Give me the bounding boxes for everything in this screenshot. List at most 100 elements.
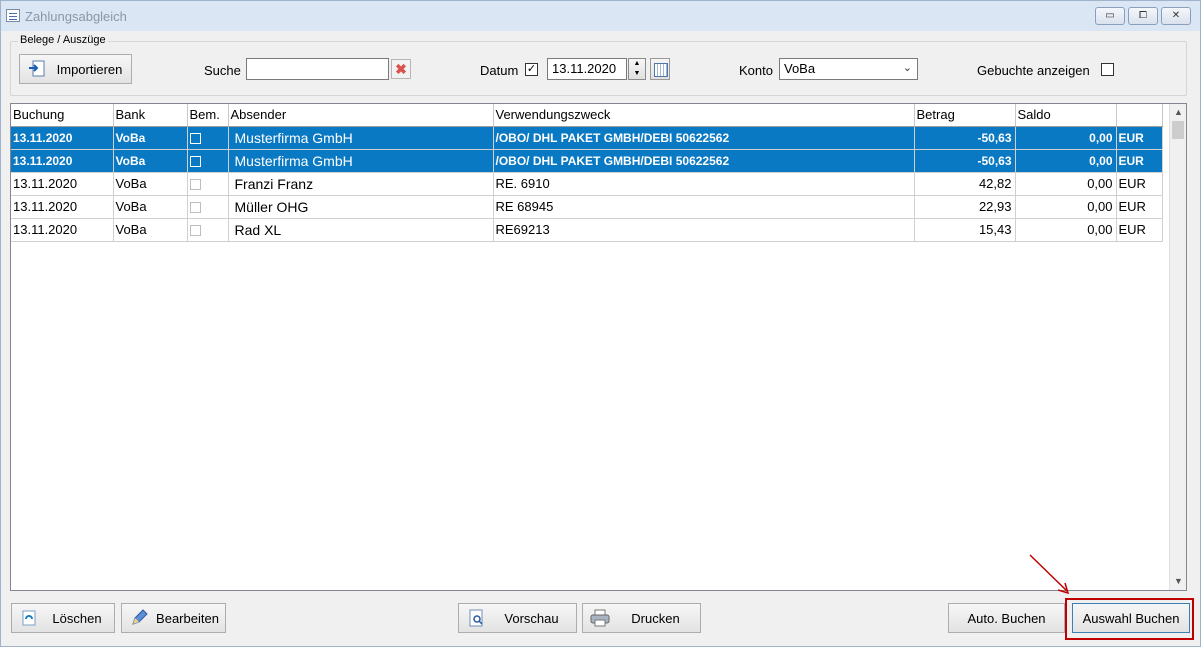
cell-betrag: 15,43 [914,218,1016,242]
column-header-betrag[interactable]: Betrag [914,104,1016,127]
cell-saldo: 0,00 [1015,218,1117,242]
cell-currency: EUR [1116,218,1163,242]
clear-search-icon[interactable]: ✖ [391,59,411,79]
import-label: Importieren [56,61,123,77]
cell-bem [187,126,229,150]
cell-bem [187,195,229,219]
show-booked-checkbox[interactable] [1101,63,1114,76]
cell-absender: Rad XL [228,218,494,242]
delete-label: Löschen [52,610,102,626]
preview-label: Vorschau [504,610,559,626]
minimize-button[interactable]: ▭ [1095,7,1125,25]
date-label: Datum [480,63,519,78]
table-row[interactable]: 13.11.2020 VoBa Müller OHG RE 68945 22,9… [11,195,1163,219]
cell-bank: VoBa [113,195,188,219]
cell-bank: VoBa [113,126,188,150]
column-header-currency [1116,104,1163,127]
cell-verwendungszweck: RE. 6910 [493,172,915,196]
chevron-down-icon: ⌄ [902,62,912,74]
maximize-button[interactable]: ⧠ [1128,7,1158,25]
cell-absender: Musterfirma GmbH [228,126,494,150]
show-booked-label: Gebuchte anzeigen [977,63,1090,78]
cell-betrag: 42,82 [914,172,1016,196]
cell-saldo: 0,00 [1015,126,1117,150]
table-row[interactable]: 13.11.2020 VoBa Franzi Franz RE. 6910 42… [11,172,1163,196]
auto-book-button[interactable]: Auto. Buchen [948,603,1065,633]
transactions-grid: Buchung Bank Bem. Absender Verwendungszw… [10,103,1187,591]
search-input[interactable] [246,58,389,80]
column-header-bank[interactable]: Bank [113,104,188,127]
edit-label: Bearbeiten [156,610,219,626]
transactions-table: Buchung Bank Bem. Absender Verwendungszw… [11,104,1163,242]
scroll-thumb[interactable] [1172,121,1184,139]
account-label: Konto [739,63,773,78]
date-field[interactable]: 13.11.2020 [547,58,627,80]
cell-buchung: 13.11.2020 [11,149,114,173]
group-label: Belege / Auszüge [18,34,108,46]
remark-checkbox[interactable] [189,155,201,167]
delete-button[interactable]: Löschen [11,603,115,633]
cell-verwendungszweck: RE 68945 [493,195,915,219]
cell-betrag: -50,63 [914,126,1016,150]
cell-bank: VoBa [113,149,188,173]
cell-currency: EUR [1116,195,1163,219]
date-checkbox[interactable]: ✓ [525,63,538,76]
table-header: Buchung Bank Bem. Absender Verwendungszw… [11,104,1163,127]
highlight-box [1065,598,1194,640]
cell-currency: EUR [1116,149,1163,173]
cell-currency: EUR [1116,172,1163,196]
remark-checkbox[interactable] [189,132,201,144]
column-header-saldo[interactable]: Saldo [1015,104,1117,127]
table-row[interactable]: 13.11.2020 VoBa Rad XL RE69213 15,43 0,0… [11,218,1163,242]
account-value: VoBa [784,61,816,76]
date-spinner[interactable]: ▲ ▼ [628,58,646,80]
pencil-icon [128,607,150,629]
payment-reconciliation-window: Zahlungsabgleich ▭ ⧠ ✕ Belege / Auszüge … [0,0,1201,647]
column-header-absender[interactable]: Absender [228,104,494,127]
remark-checkbox[interactable] [189,202,201,214]
cell-absender: Müller OHG [228,195,494,219]
import-icon [26,58,48,80]
column-header-bem[interactable]: Bem. [187,104,229,127]
cell-bank: VoBa [113,172,188,196]
vertical-scrollbar[interactable]: ▲ ▼ [1169,104,1186,590]
cell-absender: Musterfirma GmbH [228,149,494,173]
remark-checkbox[interactable] [189,225,201,237]
table-row[interactable]: 13.11.2020 VoBa Musterfirma GmbH /OBO/ D… [11,149,1163,173]
cell-saldo: 0,00 [1015,149,1117,173]
title-bar: Zahlungsabgleich ▭ ⧠ ✕ [1,1,1200,31]
close-button[interactable]: ✕ [1161,7,1191,25]
cell-bank: VoBa [113,218,188,242]
remark-checkbox[interactable] [189,179,201,191]
cell-betrag: -50,63 [914,149,1016,173]
preview-button[interactable]: Vorschau [458,603,577,633]
printer-icon [589,607,611,629]
search-label: Suche [204,63,241,78]
cell-bem [187,172,229,196]
cell-buchung: 13.11.2020 [11,218,114,242]
print-label: Drucken [631,610,680,626]
window-app-icon [6,9,20,22]
cell-saldo: 0,00 [1015,195,1117,219]
cell-absender: Franzi Franz [228,172,494,196]
preview-document-icon [465,607,487,629]
cell-bem [187,218,229,242]
account-select[interactable]: VoBa ⌄ [779,58,918,80]
table-row[interactable]: 13.11.2020 VoBa Musterfirma GmbH /OBO/ D… [11,126,1163,150]
window-title: Zahlungsabgleich [25,9,127,24]
cell-bem [187,149,229,173]
annotation-arrow-icon [1029,554,1070,595]
column-header-verwendungszweck[interactable]: Verwendungszweck [493,104,915,127]
recycle-icon [18,607,40,629]
cell-verwendungszweck: RE69213 [493,218,915,242]
edit-button[interactable]: Bearbeiten [121,603,226,633]
auto-book-label: Auto. Buchen [967,610,1046,626]
cell-saldo: 0,00 [1015,172,1117,196]
column-header-buchung[interactable]: Buchung [11,104,114,127]
print-button[interactable]: Drucken [582,603,701,633]
import-button[interactable]: Importieren [19,54,132,84]
scroll-up-icon[interactable]: ▲ [1170,104,1186,121]
calendar-icon[interactable] [650,58,670,80]
scroll-down-icon[interactable]: ▼ [1170,573,1186,590]
cell-buchung: 13.11.2020 [11,195,114,219]
